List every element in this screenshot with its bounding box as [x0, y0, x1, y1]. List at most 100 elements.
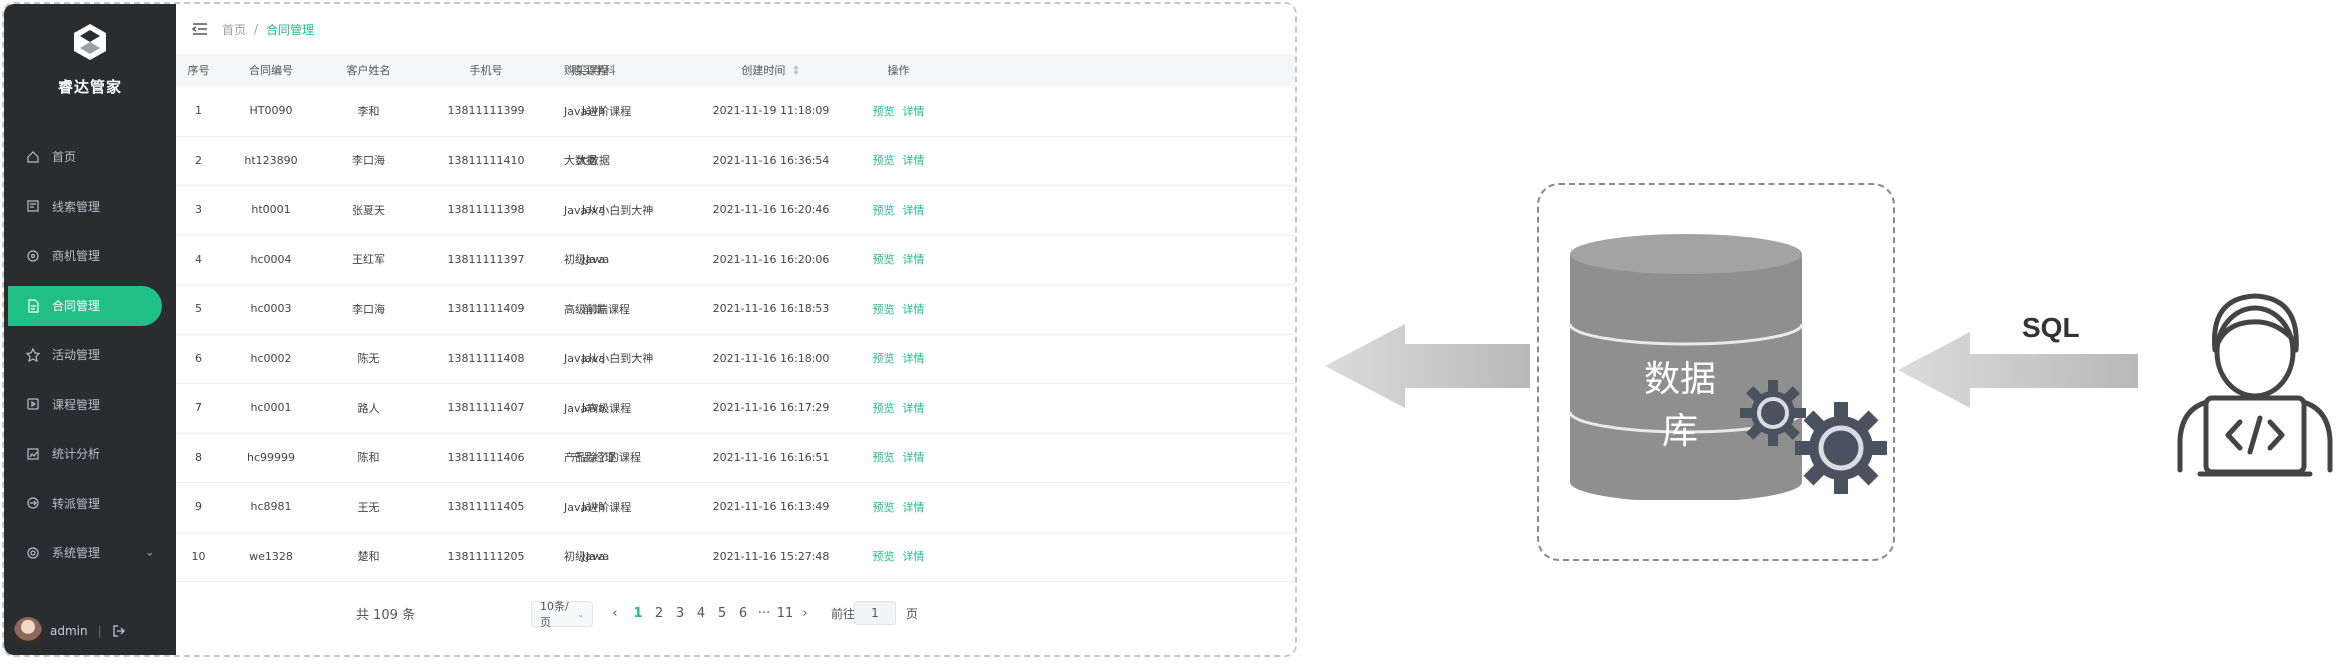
sidebar-item-label: 首页 [52, 150, 77, 165]
sidebar-item-6[interactable]: 统计分析 [4, 429, 176, 479]
app-name: 睿达管家 [57, 78, 122, 96]
table-cell: 2 [195, 153, 202, 167]
column-header-label: 操作 [887, 64, 910, 77]
table-cell: 13811111409 [447, 302, 525, 316]
row-actions: 预览 详情 [846, 136, 951, 186]
table-cell: 4 [195, 252, 202, 266]
pager-prev-button[interactable]: ‹ [610, 601, 620, 625]
preview-link[interactable]: 预览 [873, 251, 895, 267]
detail-link[interactable]: 详情 [903, 400, 925, 416]
table-cell: 13811111399 [447, 104, 525, 118]
sidebar-item-label: 系统管理 [52, 546, 101, 561]
app-window: 睿达管家 首页线索管理商机管理合同管理活动管理课程管理统计分析转派管理系统管理 ⌄… [2, 2, 1297, 657]
table-cell: 13811111397 [447, 252, 525, 266]
detail-link[interactable]: 详情 [903, 202, 925, 218]
preview-link[interactable]: 预览 [873, 152, 895, 168]
sidebar-item-0[interactable]: 首页 [4, 132, 176, 182]
logo-icon [74, 24, 106, 60]
avatar[interactable] [14, 617, 42, 645]
logout-icon[interactable] [112, 624, 126, 638]
sidebar-item-8[interactable]: 系统管理 ⌄ [4, 528, 176, 578]
table-cell: 李和 [357, 104, 380, 118]
table-cell: 王红军 [352, 253, 385, 267]
table-cell: 王无 [357, 500, 380, 514]
row-actions: 预览 详情 [846, 185, 951, 235]
preview-link[interactable]: 预览 [873, 202, 895, 218]
detail-link[interactable]: 详情 [903, 103, 925, 119]
column-header: 操作 [846, 54, 951, 86]
table-cell: Java从小白到大神 [564, 352, 654, 366]
clue-icon [26, 199, 40, 213]
sidebar-item-label: 转派管理 [52, 496, 101, 511]
table-cell: 1 [195, 104, 202, 118]
sidebar-item-3[interactable]: 合同管理 [8, 285, 162, 326]
detail-link[interactable]: 详情 [903, 449, 925, 465]
user-name[interactable]: admin [50, 624, 88, 638]
page-size-select[interactable]: 10条/页 ⌄ [531, 600, 593, 629]
table-cell: 2021-11-16 16:18:00 [712, 351, 830, 365]
sidebar: 睿达管家 首页线索管理商机管理合同管理活动管理课程管理统计分析转派管理系统管理 ⌄… [4, 4, 176, 655]
sidebar-item-2[interactable]: 商机管理 [4, 231, 176, 281]
sidebar-item-1[interactable]: 线索管理 [4, 182, 176, 232]
table-cell: 13811111205 [447, 549, 525, 563]
pager-page-11[interactable]: 11 [773, 601, 797, 625]
table-cell: 2021-11-16 16:18:53 [712, 302, 830, 316]
sidebar-item-label: 统计分析 [52, 447, 101, 462]
preview-link[interactable]: 预览 [873, 350, 895, 366]
row-actions: 预览 详情 [846, 383, 951, 433]
pager-goto-input[interactable]: 1 [854, 601, 896, 625]
preview-link[interactable]: 预览 [873, 499, 895, 515]
table-row: 9 hc8981 王无 13811111405 Java Java进阶课程 2021-11-… [176, 482, 1295, 533]
table-cell: hc0002 [250, 351, 292, 365]
preview-link[interactable]: 预览 [873, 548, 895, 564]
preview-link[interactable]: 预览 [873, 103, 895, 119]
user-panel: admin | [14, 617, 126, 645]
table-cell: 13811111410 [447, 153, 525, 167]
opportunity-icon [26, 249, 40, 263]
sidebar-item-4[interactable]: 活动管理 [4, 330, 176, 380]
table-cell: HT0090 [249, 104, 293, 118]
table-row: 3 ht0001 张夏天 13811111398 Java Java从小白到大神 2021-… [176, 185, 1295, 236]
left-arrow [1325, 324, 1530, 408]
row-actions: 预览 详情 [846, 433, 951, 483]
table-cell: 13811111406 [447, 450, 525, 464]
preview-link[interactable]: 预览 [873, 400, 895, 416]
breadcrumb-home[interactable]: 首页 [222, 21, 246, 38]
table-row: 7 hc0001 路人 13811111407 Java Java高级课程 2021-11-… [176, 383, 1295, 434]
pager-next-button[interactable]: › [800, 601, 810, 625]
table-cell: 7 [195, 401, 202, 415]
breadcrumb-separator: / [254, 22, 259, 36]
detail-link[interactable]: 详情 [903, 301, 925, 317]
table-row: 4 hc0004 王红军 13811111397 Java 初级Java 2021-11-1… [176, 235, 1295, 285]
detail-link[interactable]: 详情 [903, 350, 925, 366]
table-cell: 5 [195, 302, 202, 316]
detail-link[interactable]: 详情 [903, 548, 925, 564]
table-cell: 高级前端课程 [564, 302, 630, 316]
preview-link[interactable]: 预览 [873, 449, 895, 465]
detail-link[interactable]: 详情 [903, 499, 925, 515]
column-header[interactable]: 创建时间 ⇕ [696, 54, 846, 86]
sidebar-item-label: 合同管理 [52, 299, 101, 313]
table-cell: 13811111405 [447, 500, 525, 514]
menu-fold-icon[interactable] [192, 22, 208, 36]
sort-icon[interactable]: ⇕ [791, 64, 800, 77]
table-row: 5 hc0003 李口海 13811111409 前端 高级前端课程 2021-11-16 … [176, 284, 1295, 335]
chevron-down-icon: ⌄ [145, 547, 154, 559]
detail-link[interactable]: 详情 [903, 152, 925, 168]
table-cell: ht0001 [251, 203, 291, 217]
database-label: 数据库 [1643, 359, 1716, 452]
contract-icon [26, 298, 40, 313]
table-header: 序号 合同编号 客户姓名 手机号 购买学科 购买课程 创建时间 ⇕ 操作 [176, 54, 1295, 86]
preview-link[interactable]: 预览 [873, 301, 895, 317]
settings-icon [26, 546, 40, 560]
sidebar-item-5[interactable]: 课程管理 [4, 380, 176, 430]
column-header-label: 创建时间 [741, 64, 786, 77]
column-header-label: 购买课程 [564, 64, 608, 77]
sidebar-item-7[interactable]: 转派管理 [4, 479, 176, 529]
column-header-label: 手机号 [469, 64, 503, 77]
table-cell: ht123890 [244, 153, 298, 167]
detail-link[interactable]: 详情 [903, 251, 925, 267]
table-cell: 10 [191, 549, 206, 563]
sidebar-item-label: 课程管理 [52, 397, 101, 412]
sidebar-item-label: 线索管理 [52, 199, 101, 214]
